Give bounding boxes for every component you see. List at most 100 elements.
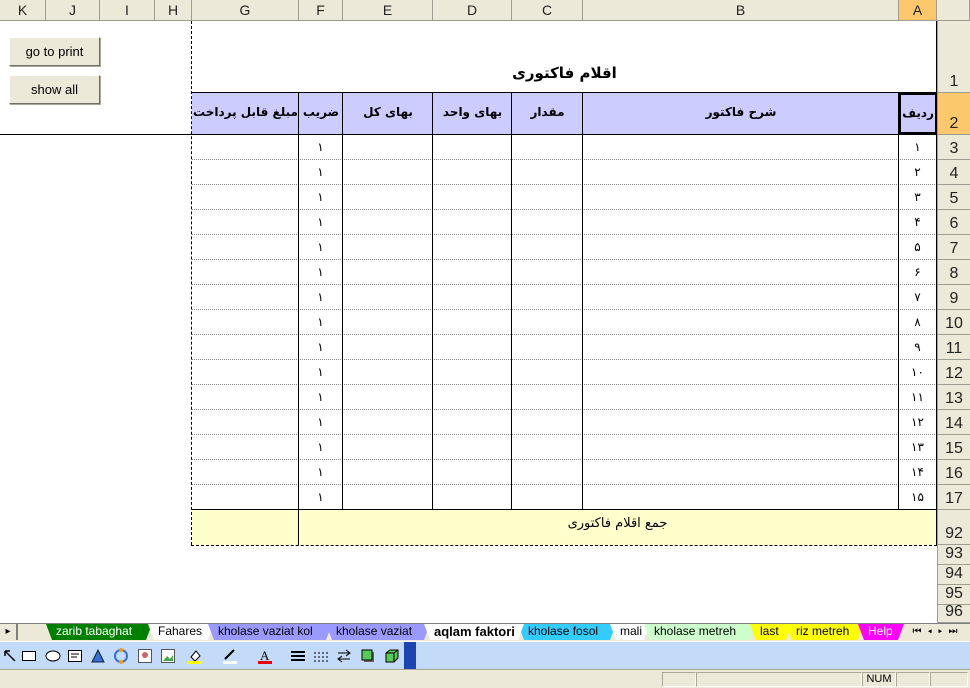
radif-cell[interactable]: ۴ [899, 215, 936, 229]
radif-cell[interactable]: ۸ [899, 315, 936, 329]
wordart-icon[interactable] [90, 648, 106, 664]
row-header-7[interactable]: 7 [937, 235, 970, 260]
line-color-icon[interactable] [222, 648, 238, 664]
shadow-style-icon[interactable] [360, 648, 376, 664]
oval-icon[interactable] [45, 648, 61, 664]
zarib-cell[interactable]: ۱ [299, 390, 342, 404]
row-header-3[interactable]: 3 [937, 135, 970, 160]
tab-last[interactable]: last [750, 624, 792, 640]
column-header-f[interactable]: F [299, 0, 343, 21]
fill-color-icon[interactable] [187, 648, 203, 664]
row-header-10[interactable]: 10 [937, 310, 970, 335]
tab-aqlam-faktori[interactable]: aqlam faktori [424, 624, 524, 640]
tab-scroll-arrows[interactable]: ▸ [0, 625, 16, 639]
arrow-style-icon[interactable] [336, 648, 352, 664]
row-header-92[interactable]: 92 [937, 510, 970, 545]
header-sharh[interactable]: شرح فاکتور [583, 93, 899, 134]
row-header-96[interactable]: 96 [937, 603, 970, 623]
row-header-6[interactable]: 6 [937, 210, 970, 235]
row-header-94[interactable]: 94 [937, 565, 970, 585]
row-header-2[interactable]: 2 [937, 93, 970, 135]
clip-art-icon[interactable] [137, 648, 153, 664]
column-header-j[interactable]: J [46, 0, 100, 21]
row-header-17[interactable]: 17 [937, 485, 970, 510]
zarib-cell[interactable]: ۱ [299, 290, 342, 304]
radif-cell[interactable]: ۱۱ [899, 390, 936, 404]
row-header-1[interactable]: 1 [937, 21, 970, 93]
row-header-16[interactable]: 16 [937, 460, 970, 485]
row-header-5[interactable]: 5 [937, 185, 970, 210]
column-header-d[interactable]: D [433, 0, 512, 21]
toolbar-options-button[interactable] [404, 642, 416, 669]
column-header-g[interactable]: G [192, 0, 299, 21]
tab-kholase-metreh[interactable]: kholase metreh [644, 624, 756, 640]
radif-cell[interactable]: ۱۲ [899, 415, 936, 429]
row-header-9[interactable]: 9 [937, 285, 970, 310]
zarib-cell[interactable]: ۱ [299, 315, 342, 329]
radif-cell[interactable]: ۱۰ [899, 365, 936, 379]
tab-help[interactable]: Help [858, 624, 904, 640]
radif-cell[interactable]: ۱۵ [899, 490, 936, 504]
3d-style-icon[interactable] [384, 648, 400, 664]
radif-cell[interactable]: ۲ [899, 165, 936, 179]
header-baha-vahed[interactable]: بهای واحد [433, 93, 512, 134]
column-header-a[interactable]: A [899, 0, 937, 21]
rectangle-icon[interactable] [21, 648, 37, 664]
radif-cell[interactable]: ۵ [899, 240, 936, 254]
zarib-cell[interactable]: ۱ [299, 415, 342, 429]
dash-style-icon[interactable] [313, 648, 329, 664]
column-header-k[interactable]: K [0, 0, 46, 21]
row-header-15[interactable]: 15 [937, 435, 970, 460]
picture-icon[interactable] [160, 648, 176, 664]
tab-mali[interactable]: mali [610, 624, 650, 640]
zarib-cell[interactable]: ۱ [299, 340, 342, 354]
column-header-c[interactable]: C [512, 0, 583, 21]
go-to-print-button[interactable]: go to print [9, 37, 100, 66]
zarib-cell[interactable]: ۱ [299, 365, 342, 379]
tab-fahares[interactable]: Fahares [148, 624, 214, 640]
zarib-cell[interactable]: ۱ [299, 240, 342, 254]
zarib-cell[interactable]: ۱ [299, 165, 342, 179]
tab-zarib-tabaghat[interactable]: zarib tabaghat [46, 624, 152, 640]
diagram-icon[interactable] [113, 648, 129, 664]
radif-cell[interactable]: ۱۳ [899, 440, 936, 454]
row-header-8[interactable]: 8 [937, 260, 970, 285]
font-color-icon[interactable]: A [257, 648, 273, 664]
radif-cell[interactable]: ۶ [899, 265, 936, 279]
tab-kholase-vaziat[interactable]: kholase vaziat [326, 624, 430, 640]
tab-kholase-vaziat-kol[interactable]: kholase vaziat kol [208, 624, 332, 640]
zarib-cell[interactable]: ۱ [299, 140, 342, 154]
row-header-12[interactable]: 12 [937, 360, 970, 385]
text-box-icon[interactable] [67, 648, 83, 664]
row-header-11[interactable]: 11 [937, 335, 970, 360]
header-mablagh[interactable]: مبلغ قابل پرداخت [192, 93, 299, 134]
column-header-b[interactable]: B [583, 0, 899, 21]
radif-cell[interactable]: ۱۴ [899, 465, 936, 479]
zarib-cell[interactable]: ۱ [299, 440, 342, 454]
column-header-e[interactable]: E [343, 0, 433, 21]
header-meghdar[interactable]: مقدار [512, 93, 583, 134]
select-all-corner[interactable] [937, 0, 970, 21]
tab-kholase-fosol[interactable]: kholase fosol [518, 624, 616, 640]
header-baha-kol[interactable]: بهای کل [343, 93, 433, 134]
row-header-93[interactable]: 93 [937, 545, 970, 565]
total-amount-cell[interactable] [192, 510, 298, 545]
row-header-13[interactable]: 13 [937, 385, 970, 410]
row-header-95[interactable]: 95 [937, 585, 970, 605]
column-header-h[interactable]: H [155, 0, 192, 21]
tab-split-box[interactable] [16, 624, 18, 640]
tab-riz-metreh[interactable]: riz metreh [786, 624, 864, 640]
total-label-cell[interactable]: جمع اقلام فاکتوری [299, 510, 936, 545]
zarib-cell[interactable]: ۱ [299, 190, 342, 204]
line-style-icon[interactable] [290, 648, 306, 664]
tab-navigation-buttons[interactable]: ⏮◂▸⏭ [906, 624, 970, 640]
radif-cell[interactable]: ۳ [899, 190, 936, 204]
header-zarib[interactable]: ضریب [299, 93, 343, 134]
select-arrow-icon[interactable] [2, 648, 18, 664]
zarib-cell[interactable]: ۱ [299, 265, 342, 279]
zarib-cell[interactable]: ۱ [299, 490, 342, 504]
zarib-cell[interactable]: ۱ [299, 465, 342, 479]
header-radif-active-cell[interactable]: ردیف [899, 93, 937, 134]
show-all-button[interactable]: show all [9, 75, 100, 104]
radif-cell[interactable]: ۷ [899, 290, 936, 304]
